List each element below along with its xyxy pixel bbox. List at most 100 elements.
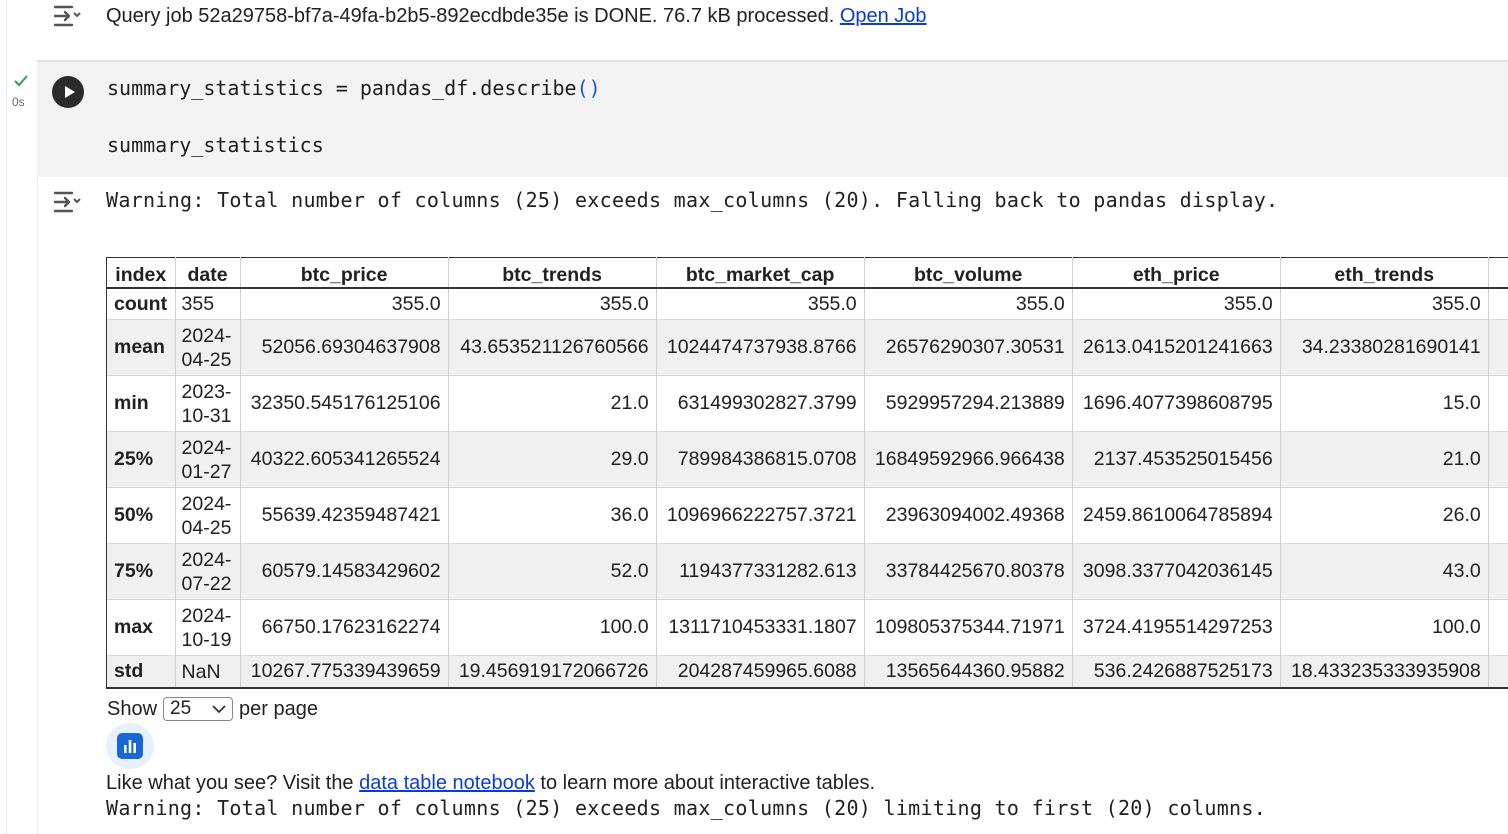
bar-chart-icon xyxy=(117,733,143,759)
table-cell-overflow xyxy=(1487,288,1508,320)
play-icon xyxy=(65,86,75,98)
row-label: 50% xyxy=(106,487,176,544)
row-label: 25% xyxy=(106,431,176,488)
table-cell: 23963094002.49368 xyxy=(863,487,1073,544)
table-cell: 40322.605341265524 xyxy=(239,431,449,488)
date-cell: 2023- 10-31 xyxy=(174,375,241,432)
column-header[interactable]: eth_trends xyxy=(1279,257,1489,289)
table-cell: 355.0 xyxy=(1279,288,1489,320)
table-header-row: index date btc_price btc_trends btc_mark… xyxy=(106,257,1508,289)
rows-per-page-select[interactable]: 25 xyxy=(163,697,234,721)
date-value: 2024- xyxy=(181,324,232,347)
table-cell: 18.433235333935908 xyxy=(1279,655,1489,688)
date-cell: 355 xyxy=(174,288,241,320)
column-header[interactable]: btc_volume xyxy=(863,257,1073,289)
table-cell: 21.0 xyxy=(1279,431,1489,488)
table-cell: 34.23380281690141 xyxy=(1279,319,1489,376)
table-cell: 10267.775339439659 xyxy=(239,655,449,688)
table-cell: 16849592966.966438 xyxy=(863,431,1073,488)
warning-message-1: Warning: Total number of columns (25) ex… xyxy=(106,188,1279,212)
table-cell-overflow xyxy=(1487,655,1508,688)
dataframe-table-container: index date btc_price btc_trends btc_mark… xyxy=(106,257,1508,693)
table-cell: 631499302827.3799 xyxy=(655,375,865,432)
date-value: NaN xyxy=(181,660,221,683)
column-header[interactable]: btc_price xyxy=(239,257,449,289)
table-cell: 355.0 xyxy=(863,288,1073,320)
column-header-overflow xyxy=(1487,257,1508,289)
row-label: 75% xyxy=(106,543,176,600)
table-cell: 355.0 xyxy=(447,288,657,320)
date-value: 2024- xyxy=(181,548,232,571)
row-label: min xyxy=(106,375,176,432)
table-cell: 789984386815.0708 xyxy=(655,431,865,488)
code-line-2[interactable]: summary_statistics xyxy=(107,133,324,157)
run-cell-button[interactable] xyxy=(52,76,84,108)
date-value: 10-19 xyxy=(181,628,232,651)
table-row: max 2024- 10-19 66750.17623162274 100.0 1… xyxy=(106,599,1508,656)
date-value: 2024- xyxy=(181,604,232,627)
output-toggle-icon[interactable] xyxy=(52,4,82,28)
pagination-controls: Show 25 per page xyxy=(107,697,318,721)
table-cell: 55639.42359487421 xyxy=(239,487,449,544)
table-cell-overflow xyxy=(1487,599,1508,656)
table-cell: 43.653521126760566 xyxy=(447,319,657,376)
gutter-rule xyxy=(6,0,7,834)
code-line-1[interactable]: summary_statistics = pandas_df.describe(… xyxy=(107,76,601,100)
code-parens: () xyxy=(576,76,601,100)
table-cell: 2459.8610064785894 xyxy=(1071,487,1281,544)
table-row: std NaN 10267.775339439659 19.4569191720… xyxy=(106,655,1508,688)
open-job-link[interactable]: Open Job xyxy=(840,5,927,27)
date-value: 2023- xyxy=(181,380,232,403)
row-label: count xyxy=(106,288,176,320)
table-cell: 1194377331282.613 xyxy=(655,543,865,600)
table-cell: 43.0 xyxy=(1279,543,1489,600)
table-cell: 32350.545176125106 xyxy=(239,375,449,432)
row-label: std xyxy=(106,655,176,688)
column-header[interactable]: eth_price xyxy=(1071,257,1281,289)
suggest-charts-button[interactable] xyxy=(106,723,154,769)
table-cell-overflow xyxy=(1487,431,1508,488)
code-text: summary_statistics = pandas_df.describe xyxy=(107,76,577,100)
date-cell: NaN xyxy=(174,655,241,688)
table-cell: 2613.0415201241663 xyxy=(1071,319,1281,376)
column-header[interactable]: btc_market_cap xyxy=(655,257,865,289)
table-cell: 60579.14583429602 xyxy=(239,543,449,600)
column-header[interactable]: index xyxy=(106,257,176,289)
row-label: mean xyxy=(106,319,176,376)
table-cell: 29.0 xyxy=(447,431,657,488)
table-cell: 355.0 xyxy=(239,288,449,320)
date-cell: 2024- 07-22 xyxy=(174,543,241,600)
execution-time: 0s xyxy=(12,95,25,109)
date-value: 2024- xyxy=(181,436,232,459)
date-value: 10-31 xyxy=(181,404,232,427)
query-job-status: Query job 52a29758-bf7a-49fa-b2b5-892ecd… xyxy=(106,4,927,28)
table-cell: 3098.3377042036145 xyxy=(1071,543,1281,600)
table-cell: 204287459965.6088 xyxy=(655,655,865,688)
column-header[interactable]: btc_trends xyxy=(447,257,657,289)
data-table-promo: Like what you see? Visit the data table … xyxy=(106,772,875,795)
table-cell: 355.0 xyxy=(1071,288,1281,320)
per-page-label: per page xyxy=(239,697,318,720)
date-value: 04-25 xyxy=(181,348,232,371)
column-header[interactable]: date xyxy=(174,257,241,289)
date-value: 355 xyxy=(181,293,215,315)
date-value: 07-22 xyxy=(181,572,232,595)
table-row: 75% 2024- 07-22 60579.14583429602 52.0 11… xyxy=(106,543,1508,600)
table-cell: 36.0 xyxy=(447,487,657,544)
show-label: Show xyxy=(107,697,158,720)
promo-prefix: Like what you see? Visit the xyxy=(106,772,354,794)
table-cell: 26576290307.30531 xyxy=(863,319,1073,376)
output-toggle-icon[interactable] xyxy=(52,190,82,214)
promo-suffix: to learn more about interactive tables. xyxy=(540,772,876,794)
table-row: 25% 2024- 01-27 40322.605341265524 29.0 7… xyxy=(106,431,1508,488)
date-value: 04-25 xyxy=(181,516,232,539)
table-row: count 355 355.0 355.0 355.0 355.0 355.0 … xyxy=(106,288,1508,320)
table-cell-overflow xyxy=(1487,375,1508,432)
data-table-notebook-link[interactable]: data table notebook xyxy=(359,772,535,794)
date-cell: 2024- 10-19 xyxy=(174,599,241,656)
table-cell: 66750.17623162274 xyxy=(239,599,449,656)
table-cell: 3724.4195514297253 xyxy=(1071,599,1281,656)
table-cell: 2137.453525015456 xyxy=(1071,431,1281,488)
table-cell: 26.0 xyxy=(1279,487,1489,544)
warning-message-2: Warning: Total number of columns (25) ex… xyxy=(106,796,1267,820)
